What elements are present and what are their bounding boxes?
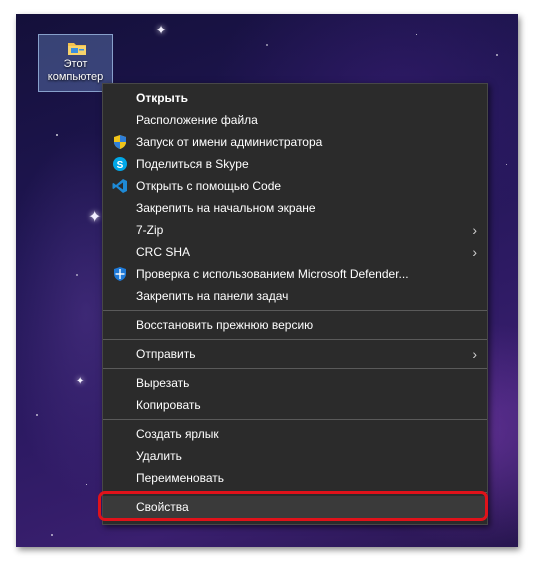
menu-item-label: Поделиться в Skype	[136, 157, 249, 171]
star	[36, 414, 38, 416]
menu-item-pin-start[interactable]: Закрепить на начальном экране	[103, 197, 487, 219]
menu-item-label: Восстановить прежнюю версию	[136, 318, 314, 332]
menu-item-open-with-code[interactable]: Открыть с помощью Code	[103, 175, 487, 197]
menu-item-send-to[interactable]: Отправить ›	[103, 343, 487, 365]
menu-item-crc-sha[interactable]: CRC SHA ›	[103, 241, 487, 263]
menu-item-delete[interactable]: Удалить	[103, 445, 487, 467]
star	[416, 34, 417, 35]
shield-icon	[114, 135, 126, 149]
menu-item-label: Проверка с использованием Microsoft Defe…	[136, 267, 409, 281]
menu-item-rename[interactable]: Переименовать	[103, 467, 487, 489]
menu-item-cut[interactable]: Вырезать	[103, 372, 487, 394]
star	[506, 164, 507, 165]
menu-separator	[103, 339, 487, 340]
menu-separator	[103, 368, 487, 369]
sparkle-star: ✦	[88, 209, 102, 226]
menu-item-label: Создать ярлык	[136, 427, 219, 441]
menu-item-label: Открыть с помощью Code	[136, 179, 282, 193]
menu-item-label: CRC SHA	[136, 245, 191, 259]
folder-computer-icon	[68, 43, 86, 55]
menu-separator	[103, 419, 487, 420]
sparkle-star: ✦	[156, 23, 167, 37]
desktop-icon-label: Этот компьютер	[47, 58, 104, 83]
menu-item-properties[interactable]: Свойства	[103, 496, 487, 518]
menu-item-label: Отправить	[136, 347, 196, 361]
menu-item-label: Закрепить на начальном экране	[136, 201, 316, 215]
menu-item-label: Переименовать	[136, 471, 224, 485]
svg-text:S: S	[117, 160, 124, 171]
menu-separator	[103, 492, 487, 493]
menu-item-label: Расположение файла	[136, 113, 258, 127]
menu-separator	[103, 310, 487, 311]
star	[496, 54, 498, 56]
star	[56, 134, 58, 136]
menu-item-label: Свойства	[136, 500, 189, 514]
vscode-icon	[112, 179, 127, 193]
defender-icon	[114, 267, 126, 281]
menu-item-restore-previous[interactable]: Восстановить прежнюю версию	[103, 314, 487, 336]
menu-item-label: Вырезать	[136, 376, 190, 390]
chevron-right-icon: ›	[472, 244, 477, 260]
star	[86, 484, 87, 485]
menu-item-copy[interactable]: Копировать	[103, 394, 487, 416]
menu-item-label: Открыть	[136, 91, 189, 105]
menu-item-create-shortcut[interactable]: Создать ярлык	[103, 423, 487, 445]
sparkle-star: ✦	[76, 376, 85, 387]
menu-item-7zip[interactable]: 7-Zip ›	[103, 219, 487, 241]
menu-item-label: Закрепить на панели задач	[136, 289, 289, 303]
menu-item-file-location[interactable]: Расположение файла	[103, 109, 487, 131]
star	[266, 44, 268, 46]
menu-item-label: Удалить	[136, 449, 182, 463]
menu-item-label: Копировать	[136, 398, 201, 412]
menu-item-open[interactable]: Открыть	[103, 87, 487, 109]
star	[76, 274, 78, 276]
menu-item-defender-scan[interactable]: Проверка с использованием Microsoft Defe…	[103, 263, 487, 285]
menu-item-run-as-admin[interactable]: Запуск от имени администратора	[103, 131, 487, 153]
chevron-right-icon: ›	[472, 346, 477, 362]
star	[51, 534, 53, 536]
menu-item-pin-taskbar[interactable]: Закрепить на панели задач	[103, 285, 487, 307]
menu-item-share-skype[interactable]: S Поделиться в Skype	[103, 153, 487, 175]
skype-icon: S	[113, 157, 127, 171]
menu-item-label: 7-Zip	[136, 223, 164, 237]
menu-item-label: Запуск от имени администратора	[136, 135, 323, 149]
chevron-right-icon: ›	[472, 222, 477, 238]
context-menu: Открыть Расположение файла Запуск от име…	[102, 83, 488, 525]
